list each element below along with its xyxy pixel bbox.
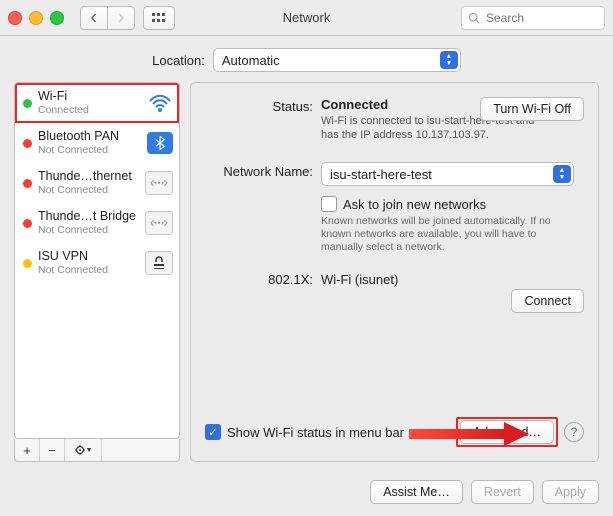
search-icon xyxy=(468,12,480,24)
search-field[interactable] xyxy=(461,6,605,30)
traffic-lights xyxy=(8,11,64,25)
sidebar-toolbar: + − xyxy=(14,439,180,462)
sidebar-item-name: Bluetooth PAN xyxy=(38,129,141,143)
turn-wifi-off-button[interactable]: Turn Wi-Fi Off xyxy=(480,97,584,121)
location-select[interactable]: Automatic ▲▼ xyxy=(213,48,461,72)
interface-list: Wi-Fi Connected Bluetooth PAN Not Connec… xyxy=(14,82,180,439)
chevron-right-icon xyxy=(116,13,126,23)
status-dot-icon xyxy=(23,259,32,268)
footer-buttons: Assist Me… Revert Apply xyxy=(0,472,613,516)
advanced-highlight: Advanced… xyxy=(456,417,558,447)
ask-join-label: Ask to join new networks xyxy=(343,197,486,212)
show-status-row: ✓ Show Wi-Fi status in menu bar xyxy=(205,424,404,440)
grid-icon xyxy=(152,13,166,23)
bridge-icon xyxy=(145,211,173,235)
status-dot-icon xyxy=(23,139,32,148)
up-down-arrows-icon: ▲▼ xyxy=(553,165,571,183)
back-button[interactable] xyxy=(80,6,108,30)
up-down-arrows-icon: ▲▼ xyxy=(440,51,458,69)
close-window-button[interactable] xyxy=(8,11,22,25)
titlebar: Network xyxy=(0,0,613,36)
vpn-lock-icon xyxy=(145,251,173,275)
connect-button[interactable]: Connect xyxy=(511,289,584,313)
sidebar-item-bluetooth-pan[interactable]: Bluetooth PAN Not Connected xyxy=(15,123,179,163)
sidebar-item-name: Thunde…thernet xyxy=(38,169,139,183)
wifi-icon xyxy=(147,92,173,114)
show-all-button[interactable] xyxy=(143,6,175,30)
remove-interface-button[interactable]: − xyxy=(40,439,65,461)
sidebar-item-status: Not Connected xyxy=(38,183,139,197)
sidebar-item-thunderbolt-bridge[interactable]: Thunde…t Bridge Not Connected xyxy=(15,203,179,243)
bluetooth-icon xyxy=(147,132,173,154)
chevron-left-icon xyxy=(89,13,99,23)
sidebar-item-name: Wi-Fi xyxy=(38,89,141,103)
show-status-checkbox[interactable]: ✓ xyxy=(205,424,221,440)
sidebar-item-wifi[interactable]: Wi-Fi Connected xyxy=(15,83,179,123)
status-dot-icon xyxy=(23,99,32,108)
status-row: Status: Connected Wi-Fi is connected to … xyxy=(205,97,584,142)
zoom-window-button[interactable] xyxy=(50,11,64,25)
network-name-label: Network Name: xyxy=(205,162,321,179)
sidebar-item-thunderbolt-ethernet[interactable]: Thunde…thernet Not Connected xyxy=(15,163,179,203)
search-input[interactable] xyxy=(484,10,578,26)
details-panel: Status: Connected Wi-Fi is connected to … xyxy=(190,82,599,462)
8021x-label: 802.1X: xyxy=(205,270,321,287)
assist-me-button[interactable]: Assist Me… xyxy=(370,480,463,504)
network-name-value-block: isu-start-here-test ▲▼ Ask to join new n… xyxy=(321,162,584,254)
sidebar-item-name: ISU VPN xyxy=(38,249,139,263)
network-name-select[interactable]: isu-start-here-test ▲▼ xyxy=(321,162,574,186)
add-interface-button[interactable]: + xyxy=(15,439,40,461)
status-label: Status: xyxy=(205,97,321,114)
status-dot-icon xyxy=(23,219,32,228)
interface-actions-button[interactable] xyxy=(65,439,102,461)
8021x-value: Wi-Fi (isunet) xyxy=(321,270,584,287)
sidebar: Wi-Fi Connected Bluetooth PAN Not Connec… xyxy=(14,82,180,462)
minimize-window-button[interactable] xyxy=(29,11,43,25)
sidebar-item-text: Thunde…thernet Not Connected xyxy=(38,169,139,197)
main-content: Wi-Fi Connected Bluetooth PAN Not Connec… xyxy=(0,82,613,472)
forward-button[interactable] xyxy=(108,6,135,30)
location-row: Location: Automatic ▲▼ xyxy=(0,36,613,82)
sidebar-item-isu-vpn[interactable]: ISU VPN Not Connected xyxy=(15,243,179,283)
ask-join-help: Known networks will be joined automatica… xyxy=(321,215,571,254)
sidebar-item-status: Connected xyxy=(38,103,141,117)
apply-button[interactable]: Apply xyxy=(542,480,599,504)
8021x-row: 802.1X: Wi-Fi (isunet) Connect xyxy=(205,270,584,287)
sidebar-item-status: Not Connected xyxy=(38,263,139,277)
network-name-row: Network Name: isu-start-here-test ▲▼ Ask… xyxy=(205,162,584,254)
revert-button[interactable]: Revert xyxy=(471,480,534,504)
status-dot-icon xyxy=(23,179,32,188)
ask-join-row: Ask to join new networks xyxy=(321,196,584,212)
location-label: Location: xyxy=(152,53,205,68)
help-button[interactable]: ? xyxy=(564,422,584,442)
network-window: Network Location: Automatic ▲▼ Wi-Fi Con… xyxy=(0,0,613,516)
sidebar-item-text: ISU VPN Not Connected xyxy=(38,249,139,277)
gear-icon xyxy=(74,444,92,456)
show-status-label: Show Wi-Fi status in menu bar xyxy=(227,425,404,440)
sidebar-item-text: Wi-Fi Connected xyxy=(38,89,141,117)
bottom-row: ✓ Show Wi-Fi status in menu bar Advanced… xyxy=(205,417,584,447)
location-value: Automatic xyxy=(222,53,280,68)
ethernet-icon xyxy=(145,171,173,195)
sidebar-item-status: Not Connected xyxy=(38,223,139,237)
network-name-value: isu-start-here-test xyxy=(330,167,432,182)
sidebar-item-text: Bluetooth PAN Not Connected xyxy=(38,129,141,157)
sidebar-item-status: Not Connected xyxy=(38,143,141,157)
details-area: Status: Connected Wi-Fi is connected to … xyxy=(190,82,599,462)
sidebar-item-text: Thunde…t Bridge Not Connected xyxy=(38,209,139,237)
sidebar-item-name: Thunde…t Bridge xyxy=(38,209,139,223)
ask-join-checkbox[interactable] xyxy=(321,196,337,212)
nav-buttons xyxy=(80,6,135,30)
advanced-button[interactable]: Advanced… xyxy=(460,420,554,444)
